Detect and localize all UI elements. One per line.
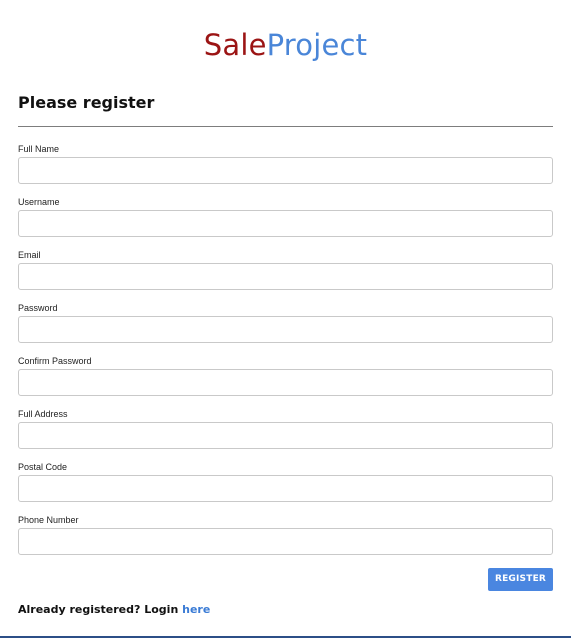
username-input[interactable] xyxy=(18,210,553,237)
page-title: Please register xyxy=(18,93,155,112)
postal-code-input[interactable] xyxy=(18,475,553,502)
postal-code-group: Postal Code xyxy=(18,461,553,514)
full-address-input[interactable] xyxy=(18,422,553,449)
confirm-password-input[interactable] xyxy=(18,369,553,396)
brand-logo-part1: Sale xyxy=(203,28,267,62)
full-name-group: Full Name xyxy=(18,143,553,196)
registration-form: Full Name Username Email Password Confir… xyxy=(18,143,553,567)
username-group: Username xyxy=(18,196,553,249)
email-group: Email xyxy=(18,249,553,302)
email-input[interactable] xyxy=(18,263,553,290)
register-button[interactable]: REGISTER xyxy=(488,568,553,591)
phone-number-label: Phone Number xyxy=(18,515,79,525)
confirm-password-label: Confirm Password xyxy=(18,356,92,366)
full-address-label: Full Address xyxy=(18,409,68,419)
full-name-label: Full Name xyxy=(18,144,60,154)
brand-logo-part2: Project xyxy=(266,28,368,62)
phone-number-group: Phone Number xyxy=(18,514,553,567)
login-link[interactable]: here xyxy=(182,603,210,616)
heading-divider xyxy=(18,126,553,127)
full-address-group: Full Address xyxy=(18,408,553,461)
full-name-input[interactable] xyxy=(18,157,553,184)
password-label: Password xyxy=(18,303,58,313)
password-group: Password xyxy=(18,302,553,355)
confirm-password-group: Confirm Password xyxy=(18,355,553,408)
login-prompt: Already registered? Login here xyxy=(18,602,210,617)
postal-code-label: Postal Code xyxy=(18,462,68,472)
brand-logo: SaleProject xyxy=(0,26,571,64)
login-prompt-text: Already registered? Login xyxy=(18,603,183,616)
email-label: Email xyxy=(18,250,41,260)
username-label: Username xyxy=(18,197,60,207)
password-input[interactable] xyxy=(18,316,553,343)
phone-number-input[interactable] xyxy=(18,528,553,555)
